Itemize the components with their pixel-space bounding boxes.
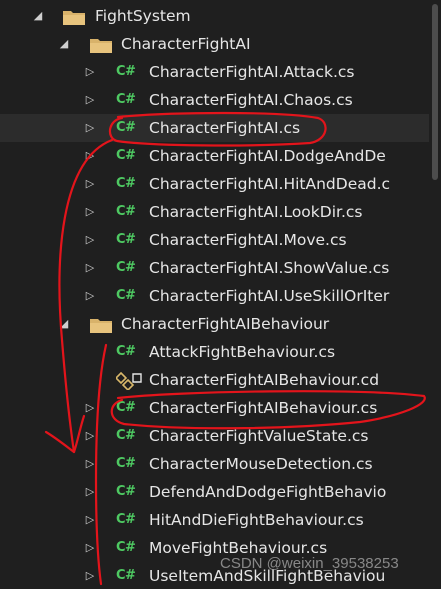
csharp-file-icon: C# — [116, 120, 136, 135]
file-label: CharacterFightAI.HitAndDead.c — [149, 175, 391, 193]
tree-row-fightsystem[interactable]: ◢ FightSystem — [0, 2, 429, 30]
collapsed-arrow-icon[interactable]: ▷ — [84, 86, 96, 114]
collapsed-arrow-icon[interactable]: ▷ — [84, 142, 96, 170]
tree-row-characterfightaibehaviour-folder[interactable]: ◢ CharacterFightAIBehaviour — [0, 310, 429, 338]
tree-row-file[interactable]: C# AttackFightBehaviour.cs — [0, 338, 429, 366]
file-label: CharacterFightValueState.cs — [149, 427, 369, 445]
file-label: CharacterFightAI.Chaos.cs — [149, 91, 353, 109]
collapsed-arrow-icon[interactable]: ▷ — [84, 114, 96, 142]
tree-row-characterfightai-folder[interactable]: ◢ CharacterFightAI — [0, 30, 429, 58]
collapsed-arrow-icon[interactable]: ▷ — [84, 170, 96, 198]
folder-label: CharacterFightAI — [121, 35, 251, 53]
tree-row-file[interactable]: ▷ C# DefendAndDodgeFightBehavio — [0, 478, 429, 506]
tree-row-file[interactable]: ▷ C# CharacterFightAIBehaviour.cs — [0, 394, 429, 422]
folder-icon — [89, 315, 115, 333]
expanded-arrow-icon[interactable]: ◢ — [58, 310, 70, 338]
class-diagram-icon — [114, 371, 142, 392]
csharp-file-icon: C# — [116, 456, 136, 471]
file-label: CharacterFightAI.UseSkillOrIter — [149, 287, 390, 305]
tree-row-file[interactable]: ▷ C# CharacterFightAI.UseSkillOrIter — [0, 282, 429, 310]
file-label: CharacterFightAI.DodgeAndDe — [149, 147, 386, 165]
watermark: CSDN @weixin_39538253 — [220, 555, 399, 572]
collapsed-arrow-icon[interactable]: ▷ — [84, 422, 96, 450]
folder-label: FightSystem — [95, 7, 191, 25]
tree-row-file[interactable]: ▷ C# CharacterFightAI.DodgeAndDe — [0, 142, 429, 170]
csharp-file-icon: C# — [116, 232, 136, 247]
tree-row-file[interactable]: ▷ C# CharacterFightAI.Attack.cs — [0, 58, 429, 86]
file-label: CharacterMouseDetection.cs — [149, 455, 373, 473]
vertical-scrollbar[interactable] — [429, 0, 441, 589]
csharp-file-icon: C# — [116, 540, 136, 555]
collapsed-arrow-icon[interactable]: ▷ — [84, 506, 96, 534]
tree-row-file-selected[interactable]: ▷ C# CharacterFightAI.cs — [0, 114, 429, 142]
tree-row-file[interactable]: ▷ C# CharacterFightAI.HitAndDead.c — [0, 170, 429, 198]
file-label: CharacterFightAI.Move.cs — [149, 231, 347, 249]
file-label: CharacterFightAI.LookDir.cs — [149, 203, 363, 221]
csharp-file-icon: C# — [116, 568, 136, 583]
csharp-file-icon: C# — [116, 260, 136, 275]
collapsed-arrow-icon[interactable]: ▷ — [84, 450, 96, 478]
tree-row-file[interactable]: ▷ C# CharacterFightAI.LookDir.cs — [0, 198, 429, 226]
folder-icon — [89, 35, 115, 53]
csharp-file-icon: C# — [116, 400, 136, 415]
collapsed-arrow-icon[interactable]: ▷ — [84, 562, 96, 589]
collapsed-arrow-icon[interactable]: ▷ — [84, 226, 96, 254]
file-label: AttackFightBehaviour.cs — [149, 343, 336, 361]
file-label: CharacterFightAI.Attack.cs — [149, 63, 355, 81]
file-label: CharacterFightAIBehaviour.cs — [149, 399, 378, 417]
solution-explorer-tree: ◢ FightSystem ◢ CharacterFightAI ▷ C# Ch… — [0, 2, 429, 589]
tree-row-file[interactable]: ▷ C# CharacterFightAI.Chaos.cs — [0, 86, 429, 114]
csharp-file-icon: C# — [116, 148, 136, 163]
collapsed-arrow-icon[interactable]: ▷ — [84, 254, 96, 282]
tree-row-file[interactable]: ▷ C# CharacterFightAI.Move.cs — [0, 226, 429, 254]
csharp-file-icon: C# — [116, 512, 136, 527]
file-label: CharacterFightAI.ShowValue.cs — [149, 259, 390, 277]
expanded-arrow-icon[interactable]: ◢ — [58, 30, 70, 58]
csharp-file-icon: C# — [116, 288, 136, 303]
folder-icon — [62, 7, 88, 25]
csharp-file-icon: C# — [116, 204, 136, 219]
collapsed-arrow-icon[interactable]: ▷ — [84, 394, 96, 422]
collapsed-arrow-icon[interactable]: ▷ — [84, 58, 96, 86]
collapsed-arrow-icon[interactable]: ▷ — [84, 282, 96, 310]
tree-row-file[interactable]: ▷ C# HitAndDieFightBehaviour.cs — [0, 506, 429, 534]
collapsed-arrow-icon[interactable]: ▷ — [84, 478, 96, 506]
csharp-file-icon: C# — [116, 92, 136, 107]
file-label: CharacterFightAIBehaviour.cd — [149, 371, 380, 389]
expanded-arrow-icon[interactable]: ◢ — [32, 2, 44, 30]
folder-label: CharacterFightAIBehaviour — [121, 315, 330, 333]
tree-row-file[interactable]: ▷ C# CharacterFightAI.ShowValue.cs — [0, 254, 429, 282]
csharp-file-icon: C# — [116, 176, 136, 191]
csharp-file-icon: C# — [116, 484, 136, 499]
file-label: CharacterFightAI.cs — [149, 119, 301, 137]
tree-row-file[interactable]: CharacterFightAIBehaviour.cd — [0, 366, 429, 394]
scrollbar-thumb[interactable] — [432, 4, 438, 180]
csharp-file-icon: C# — [116, 344, 136, 359]
tree-row-file[interactable]: ▷ C# CharacterMouseDetection.cs — [0, 450, 429, 478]
file-label: HitAndDieFightBehaviour.cs — [149, 511, 364, 529]
file-label: DefendAndDodgeFightBehavio — [149, 483, 387, 501]
tree-row-file[interactable]: ▷ C# CharacterFightValueState.cs — [0, 422, 429, 450]
csharp-file-icon: C# — [116, 428, 136, 443]
collapsed-arrow-icon[interactable]: ▷ — [84, 534, 96, 562]
collapsed-arrow-icon[interactable]: ▷ — [84, 198, 96, 226]
csharp-file-icon: C# — [116, 64, 136, 79]
